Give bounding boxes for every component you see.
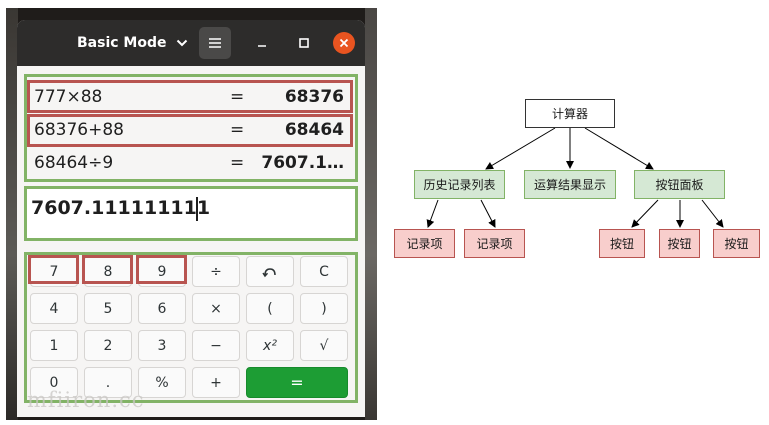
- node-history-list: 历史记录列表: [414, 170, 505, 199]
- node-button-panel: 按钮面板: [634, 170, 725, 199]
- maximize-button[interactable]: [295, 34, 313, 52]
- stage: Basic Mode 777×88 = 68376 68376+88 = 684…: [0, 0, 769, 425]
- background-right-edge: [365, 8, 377, 420]
- minimize-button[interactable]: [253, 34, 271, 52]
- title-bar: Basic Mode: [17, 20, 365, 66]
- mode-label: Basic Mode: [77, 35, 167, 51]
- node-history-item: 记录项: [464, 229, 525, 258]
- node-root: 计算器: [525, 99, 615, 128]
- button-highlight: [136, 255, 187, 284]
- edge-history-item-1: [426, 199, 439, 228]
- edge-buttons-btn-1: [631, 199, 659, 228]
- menu-button[interactable]: [199, 27, 231, 59]
- edge-root-history: [485, 127, 556, 170]
- chevron-down-icon: [176, 39, 187, 47]
- edge-root-buttons: [584, 127, 654, 170]
- display-highlight: [24, 186, 358, 241]
- node-button: 按钮: [659, 229, 700, 258]
- history-item-highlight: [27, 80, 353, 113]
- hamburger-menu-icon: [209, 38, 221, 48]
- edge-history-item-2: [480, 199, 496, 228]
- edge-buttons-btn-3: [701, 199, 724, 228]
- button-highlight: [28, 255, 79, 284]
- structure-diagram: 计算器 历史记录列表 运算结果显示 按钮面板 记录项 记录项 按钮 按钮 按钮: [385, 80, 769, 280]
- calculator-window: Basic Mode 777×88 = 68376 68376+88 = 684…: [17, 20, 365, 417]
- mode-selector[interactable]: Basic Mode: [77, 32, 188, 54]
- history-item-highlight: [27, 114, 353, 147]
- node-button: 按钮: [713, 229, 760, 258]
- minimize-icon: [258, 45, 266, 47]
- node-button: 按钮: [599, 229, 645, 258]
- watermark: mfiiron.cc: [27, 388, 145, 412]
- node-result-display: 运算结果显示: [524, 170, 616, 199]
- close-button[interactable]: [333, 32, 355, 54]
- node-history-item: 记录项: [394, 229, 455, 258]
- close-icon: [339, 38, 349, 48]
- maximize-icon: [299, 38, 309, 48]
- button-highlight: [82, 255, 133, 284]
